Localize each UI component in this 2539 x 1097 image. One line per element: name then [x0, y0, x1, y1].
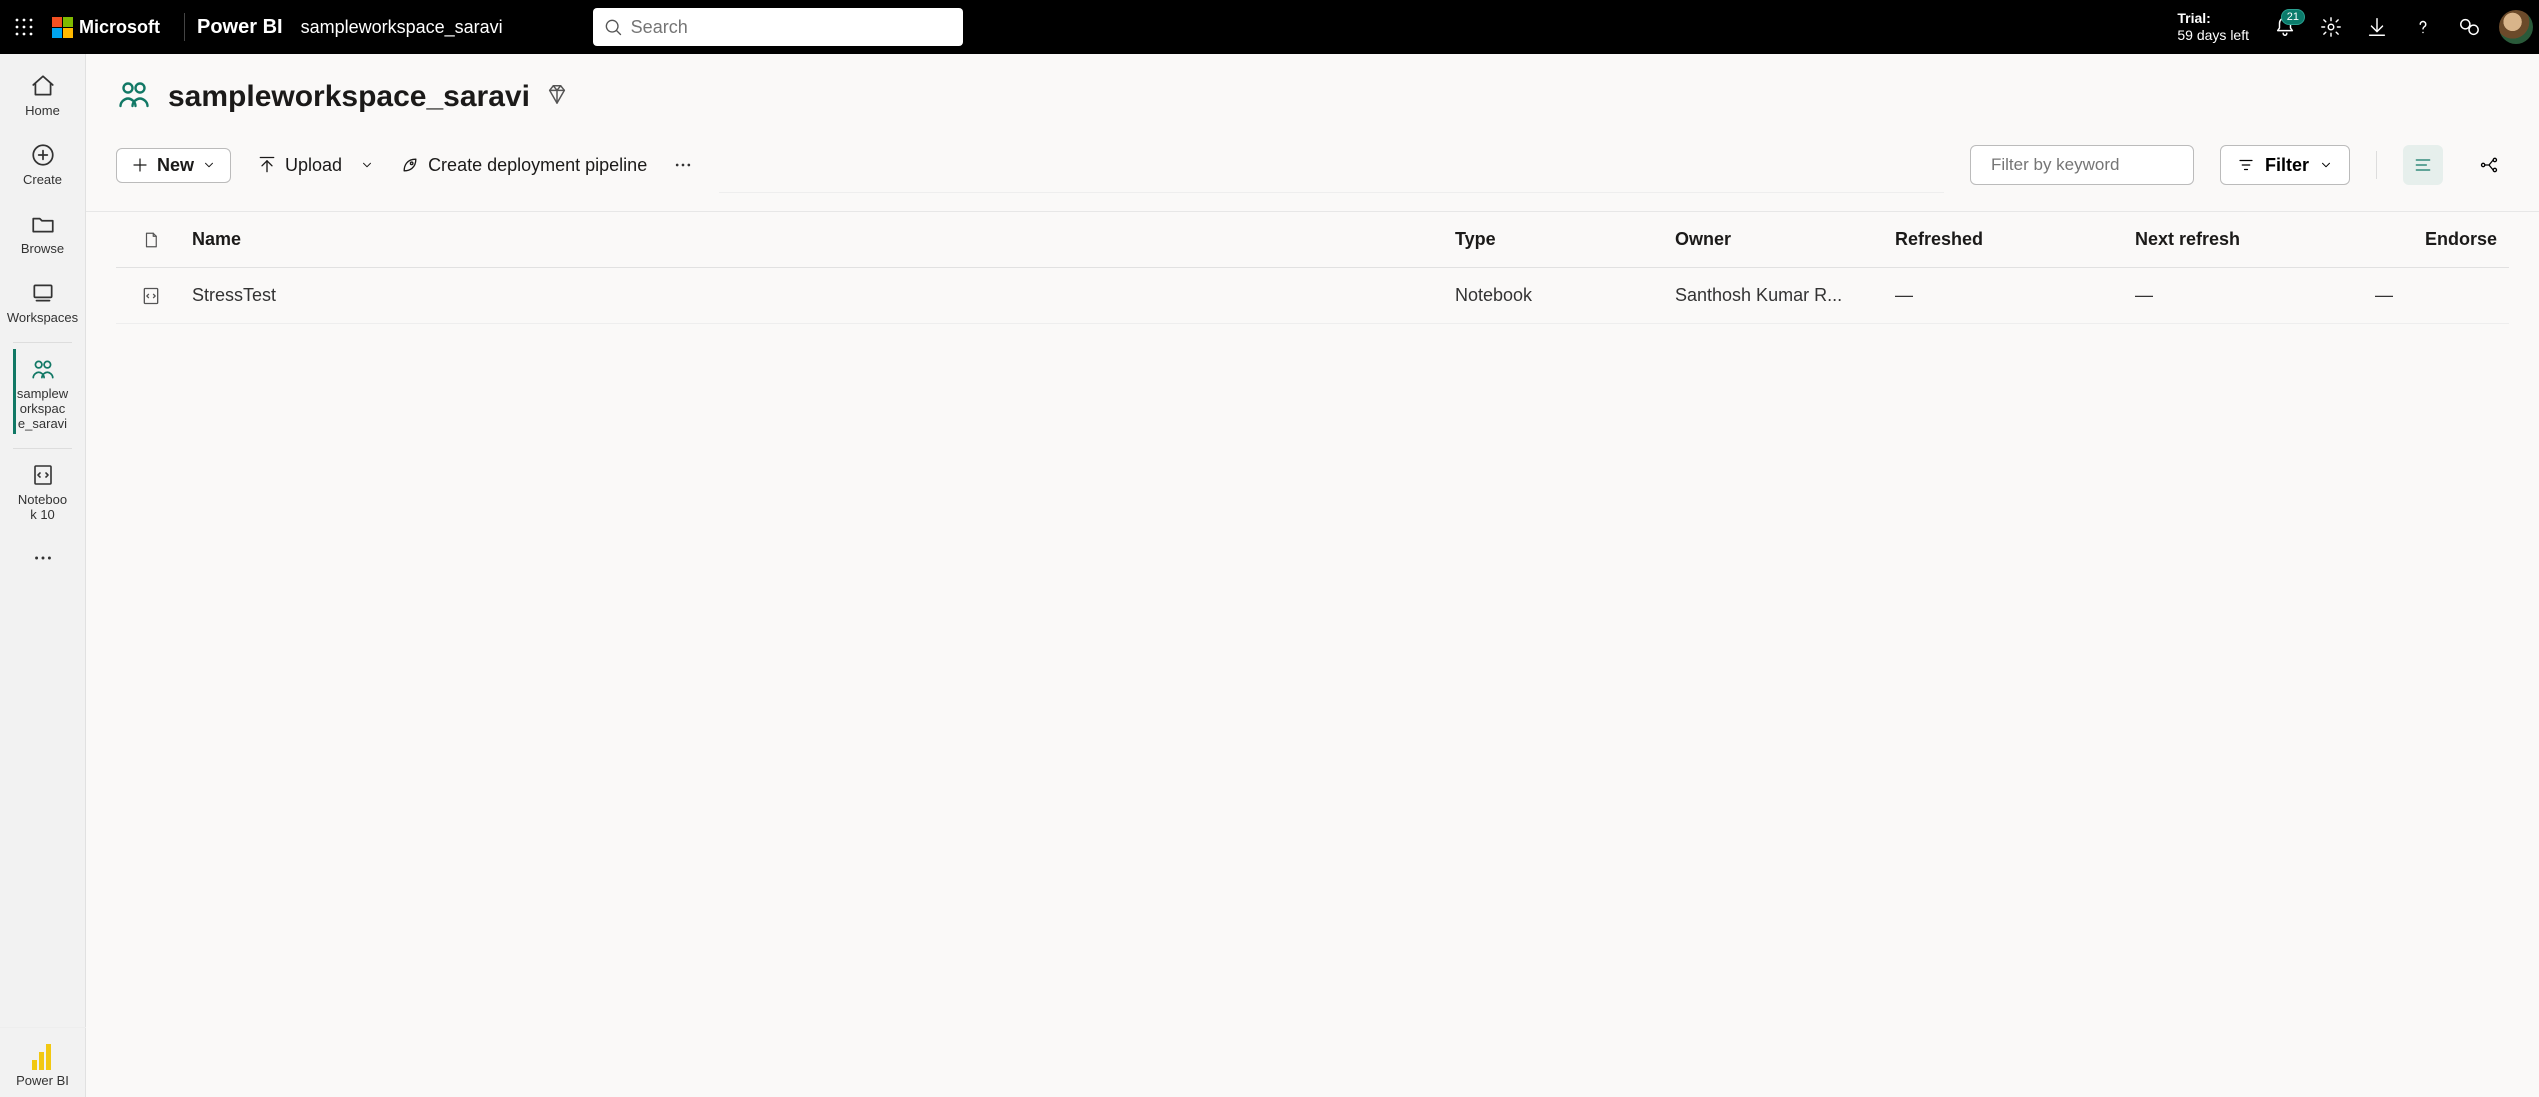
microsoft-logo[interactable]: Microsoft: [48, 17, 172, 38]
workspace-toolbar: New Upload Create deployment pipeline: [86, 123, 2539, 212]
col-refreshed[interactable]: Refreshed: [1889, 229, 2129, 250]
row-endorse: —: [2369, 285, 2509, 306]
divider: [2376, 151, 2377, 179]
notifications-button[interactable]: 21: [2273, 15, 2297, 39]
notebook-icon: [31, 463, 55, 487]
home-icon: [30, 73, 56, 99]
row-refreshed: —: [1889, 285, 2129, 306]
global-search-input[interactable]: [631, 17, 953, 38]
download-icon: [2366, 16, 2388, 38]
table-row[interactable]: StressTestNotebookSanthosh Kumar R...———: [116, 268, 2509, 324]
col-type[interactable]: Type: [1449, 229, 1669, 250]
upload-icon: [257, 155, 277, 175]
list-view-button[interactable]: [2403, 145, 2443, 185]
upload-button-label: Upload: [285, 155, 342, 176]
row-owner: Santhosh Kumar R...: [1669, 285, 1889, 306]
microsoft-tiles-icon: [52, 17, 73, 38]
filter-keyword-input[interactable]: [1991, 155, 2212, 175]
nav-notebook[interactable]: Notebook 10: [13, 448, 73, 531]
workspace-people-icon: [116, 76, 152, 117]
premium-diamond-icon[interactable]: [546, 83, 568, 110]
file-icon: [142, 230, 160, 250]
nav-browse-label: Browse: [17, 242, 68, 257]
breadcrumb[interactable]: sampleworkspace_saravi: [301, 17, 503, 38]
chevron-down-icon: [360, 158, 374, 172]
row-type: Notebook: [1449, 285, 1669, 306]
nav-browse[interactable]: Browse: [0, 202, 85, 265]
microsoft-label: Microsoft: [79, 17, 160, 38]
col-owner[interactable]: Owner: [1669, 229, 1889, 250]
col-endorse[interactable]: Endorse: [2369, 229, 2509, 250]
trial-line1: Trial:: [2177, 10, 2249, 27]
row-next: —: [2129, 285, 2369, 306]
content-table: Name Type Owner Refreshed Next refresh E…: [86, 212, 2539, 324]
create-pipeline-button[interactable]: Create deployment pipeline: [400, 155, 647, 176]
help-icon: [2412, 16, 2434, 38]
plus-circle-icon: [30, 142, 56, 168]
filter-button-label: Filter: [2265, 155, 2309, 176]
nav-workspaces-label: Workspaces: [3, 311, 82, 326]
lineage-icon: [2479, 155, 2499, 175]
app-launcher-button[interactable]: [0, 0, 48, 54]
folder-icon: [30, 211, 56, 237]
row-name: StressTest: [186, 285, 1449, 306]
left-nav: Home Create Browse Workspaces samplework…: [0, 54, 86, 1097]
nav-workspaces[interactable]: Workspaces: [0, 271, 85, 334]
main-content: sampleworkspace_saravi New Upload Create…: [86, 54, 2539, 1097]
settings-button[interactable]: [2319, 15, 2343, 39]
create-pipeline-label: Create deployment pipeline: [428, 155, 647, 176]
chevron-down-icon: [2319, 158, 2333, 172]
ellipsis-icon: [673, 155, 693, 175]
stack-icon: [30, 280, 56, 306]
trial-line2: 59 days left: [2177, 27, 2249, 44]
col-name[interactable]: Name: [186, 229, 1449, 250]
user-avatar[interactable]: [2499, 10, 2533, 44]
filter-keyword[interactable]: [1970, 145, 2194, 185]
plus-icon: [131, 156, 149, 174]
notebook-icon: [141, 285, 161, 307]
nav-current-workspace[interactable]: sampleworkspace_saravi: [13, 342, 73, 440]
chevron-down-icon: [202, 158, 216, 172]
header-icons: 21: [2267, 15, 2499, 39]
nav-current-workspace-label: sampleworkspace_saravi: [13, 387, 73, 432]
download-button[interactable]: [2365, 15, 2389, 39]
filter-button[interactable]: Filter: [2220, 145, 2350, 185]
feedback-button[interactable]: [2457, 15, 2481, 39]
more-actions-button[interactable]: [673, 155, 693, 175]
col-next[interactable]: Next refresh: [2129, 229, 2369, 250]
app-name[interactable]: Power BI: [197, 16, 301, 39]
waffle-icon: [14, 17, 34, 37]
rocket-icon: [400, 155, 420, 175]
people-icon: [30, 356, 56, 382]
lineage-view-button[interactable]: [2469, 145, 2509, 185]
workspace-header: sampleworkspace_saravi: [86, 54, 2539, 123]
nav-home-label: Home: [21, 104, 64, 119]
filter-icon: [2237, 156, 2255, 174]
search-icon: [603, 17, 623, 37]
table-header: Name Type Owner Refreshed Next refresh E…: [116, 212, 2509, 268]
nav-home[interactable]: Home: [0, 64, 85, 127]
nav-create-label: Create: [19, 173, 66, 188]
nav-powerbi-label: Power BI: [12, 1074, 73, 1089]
notification-badge: 21: [2281, 9, 2305, 25]
nav-create[interactable]: Create: [0, 133, 85, 196]
list-icon: [2413, 155, 2433, 175]
nav-notebook-label: Notebook 10: [13, 493, 73, 523]
nav-powerbi[interactable]: Power BI: [0, 1034, 85, 1097]
powerbi-icon: [32, 1042, 54, 1070]
row-type-icon: [116, 285, 186, 307]
help-button[interactable]: [2411, 15, 2435, 39]
divider: [184, 13, 185, 41]
nav-more[interactable]: [0, 536, 85, 580]
new-button[interactable]: New: [116, 148, 231, 183]
ellipsis-icon: [32, 547, 54, 569]
gear-icon: [2320, 16, 2342, 38]
upload-button[interactable]: Upload: [257, 155, 374, 176]
feedback-icon: [2458, 16, 2480, 38]
global-search[interactable]: [593, 8, 963, 46]
trial-status[interactable]: Trial: 59 days left: [2159, 10, 2267, 44]
workspace-title: sampleworkspace_saravi: [168, 80, 530, 114]
top-bar: Microsoft Power BI sampleworkspace_sarav…: [0, 0, 2539, 54]
new-button-label: New: [157, 155, 194, 176]
